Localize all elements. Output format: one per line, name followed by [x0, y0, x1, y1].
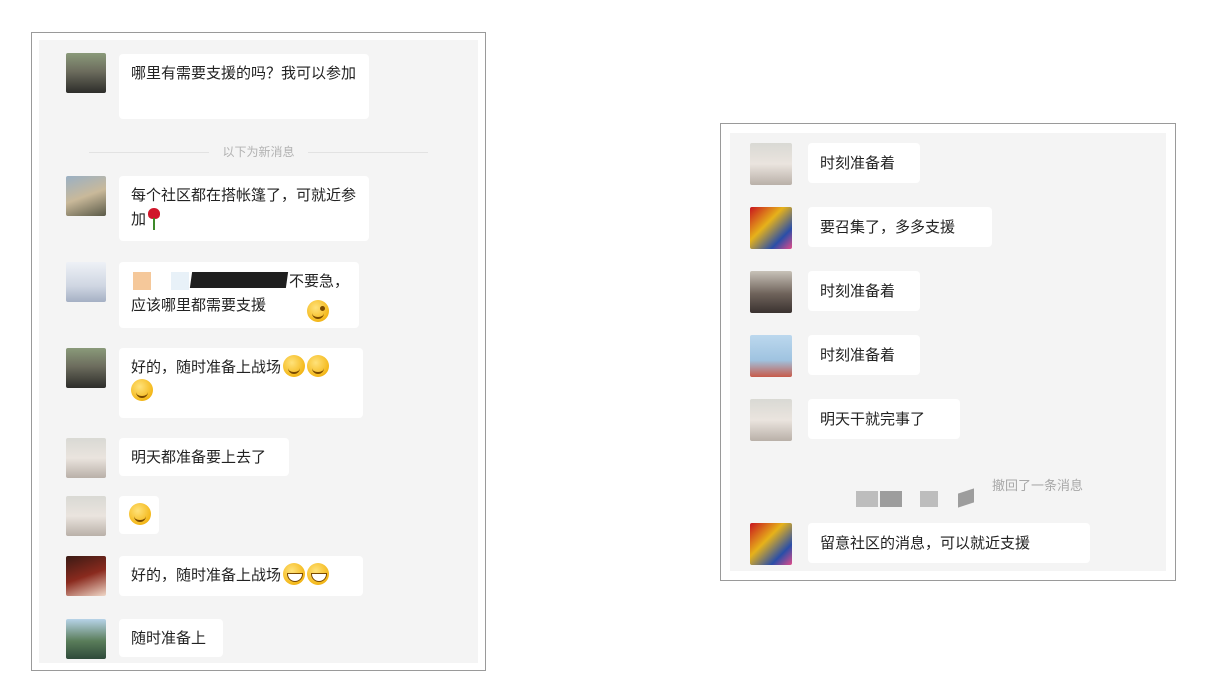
avatar[interactable] [750, 271, 792, 313]
left-chat-screenshot: 哪里有需要支援的吗？我可以参加 以下为新消息 每个社区都在搭帐篷了，可就近参加 … [31, 32, 486, 671]
message-bubble: 留意社区的消息，可以就近支援 [808, 523, 1090, 563]
redacted-block [958, 488, 974, 508]
message-bubble: 明天干就完事了 [808, 399, 960, 439]
avatar[interactable] [750, 523, 792, 565]
avatar[interactable] [750, 207, 792, 249]
left-chat-area: 哪里有需要支援的吗？我可以参加 以下为新消息 每个社区都在搭帐篷了，可就近参加 … [39, 40, 478, 663]
avatar[interactable] [750, 399, 792, 441]
message-bubble: 哪里有需要支援的吗？我可以参加 [119, 54, 369, 119]
avatar[interactable] [66, 496, 106, 536]
message-bubble: 随时准备上 [119, 619, 223, 657]
message-text: 好的，随时准备上战场 [131, 358, 282, 376]
thinking-face-icon [283, 355, 306, 377]
avatar[interactable] [66, 53, 106, 93]
grinning-face-icon [283, 563, 306, 585]
message-text: 要召集了，多多支援 [820, 218, 956, 236]
redacted-block [856, 491, 878, 507]
thinking-face-icon [129, 503, 151, 525]
message-bubble: 时刻准备着 [808, 271, 920, 311]
message-bubble [119, 496, 159, 534]
message-text: 好的，随时准备上战场 [131, 566, 282, 584]
thinking-face-icon [307, 355, 330, 377]
thinking-face-icon [131, 379, 153, 401]
message-text: 随时准备上 [131, 629, 207, 647]
avatar[interactable] [750, 335, 792, 377]
avatar[interactable] [66, 438, 106, 478]
message-text: 每个社区都在搭帐篷了，可就近参加 [131, 186, 357, 228]
message-bubble: 好的，随时准备上战场 [119, 348, 363, 418]
message-text: 哪里有需要支援的吗？我可以参加 [131, 64, 357, 82]
rose-icon [148, 208, 161, 230]
message-bubble: 时刻准备着 [808, 143, 920, 183]
redacted-block [920, 491, 938, 507]
message-bubble: 不要急，应该哪里都需要支援 [119, 262, 359, 328]
avatar[interactable] [66, 619, 106, 659]
recall-text: 撤回了一条消息 [992, 479, 1084, 494]
message-text: 时刻准备着 [820, 346, 896, 364]
message-text: 时刻准备着 [820, 282, 896, 300]
message-bubble: 好的，随时准备上战场 [119, 556, 363, 596]
avatar[interactable] [750, 143, 792, 185]
avatar[interactable] [66, 176, 106, 216]
redacted-block [171, 272, 189, 290]
message-bubble: 要召集了，多多支援 [808, 207, 992, 247]
message-text: 明天干就完事了 [820, 410, 926, 428]
grinning-face-icon [307, 563, 330, 585]
message-bubble: 明天都准备要上去了 [119, 438, 289, 476]
message-text: 时刻准备着 [820, 154, 896, 172]
message-bubble: 时刻准备着 [808, 335, 920, 375]
new-messages-divider: 以下为新消息 [79, 142, 438, 162]
redacted-block [133, 272, 151, 290]
winking-face-icon [307, 300, 329, 322]
message-text: 留意社区的消息，可以就近支援 [820, 534, 1031, 552]
message-bubble: 每个社区都在搭帐篷了，可就近参加 [119, 176, 369, 241]
message-text: 明天都准备要上去了 [131, 448, 267, 466]
avatar[interactable] [66, 348, 106, 388]
right-chat-screenshot: 时刻准备着 要召集了，多多支援 时刻准备着 时刻准备着 明天干就完事了 撤回了一… [720, 123, 1176, 581]
right-chat-area: 时刻准备着 要召集了，多多支援 时刻准备着 时刻准备着 明天干就完事了 撤回了一… [730, 133, 1166, 571]
avatar[interactable] [66, 556, 106, 596]
redacted-block [189, 272, 289, 288]
redacted-block [880, 491, 902, 507]
